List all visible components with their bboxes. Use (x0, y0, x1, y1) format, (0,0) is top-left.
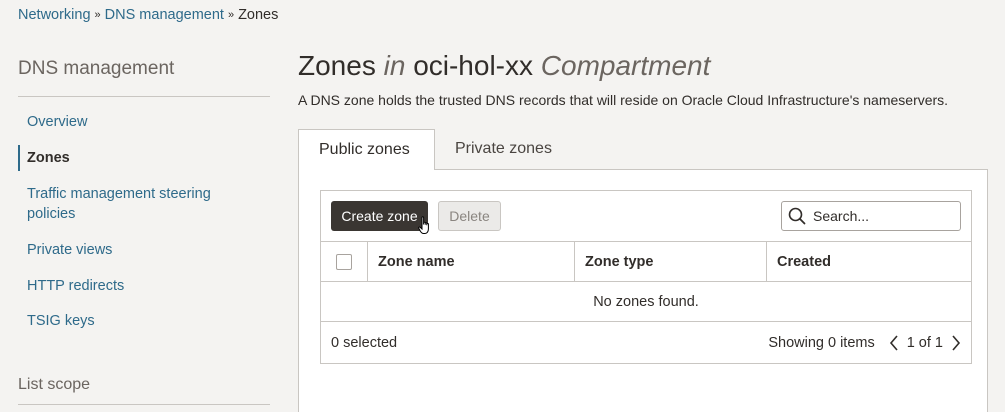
chevron-left-icon[interactable] (889, 334, 899, 351)
breadcrumb-separator: » (227, 9, 235, 21)
column-header-created[interactable]: Created (767, 242, 971, 282)
column-header-zone-name[interactable]: Zone name (368, 242, 575, 282)
zone-tabs: Public zones Private zones (298, 129, 988, 170)
create-zone-button[interactable]: Create zone (331, 201, 428, 231)
search-input[interactable] (813, 208, 953, 224)
sidebar-item-private-views[interactable]: Private views (18, 240, 270, 260)
sidebar-item-traffic-management[interactable]: Traffic management steering policies (18, 184, 270, 224)
tab-public-zones[interactable]: Public zones (298, 129, 435, 170)
main-content: Zones in oci-hol-xx Compartment A DNS zo… (298, 50, 988, 412)
page-indicator: 1 of 1 (906, 334, 943, 351)
breadcrumb-current: Zones (238, 7, 279, 23)
tab-private-zones[interactable]: Private zones (435, 129, 572, 169)
selected-count: 0 selected (331, 334, 398, 351)
select-all-checkbox[interactable] (336, 254, 352, 270)
pagination: 1 of 1 (889, 335, 961, 351)
tab-panel: Create zone Delete Zone name (298, 169, 988, 412)
breadcrumb-separator: » (94, 9, 101, 21)
page-title-main: Zones (298, 50, 376, 81)
search-icon (788, 207, 806, 225)
sidebar-item-overview[interactable]: Overview (18, 112, 270, 132)
search-box[interactable] (781, 201, 961, 231)
showing-count: Showing 0 items (768, 334, 875, 351)
table-header: Zone name Zone type Created (321, 241, 971, 282)
column-header-zone-type[interactable]: Zone type (575, 242, 767, 282)
empty-message: No zones found. (321, 282, 971, 322)
hand-cursor-icon (418, 216, 429, 234)
compartment-label: Compartment (540, 50, 711, 81)
sidebar: DNS management Overview Zones Traffic ma… (18, 58, 270, 331)
table-footer: 0 selected Showing 0 items 1 of 1 (331, 322, 961, 363)
sidebar-item-zones[interactable]: Zones (18, 145, 270, 171)
chevron-right-icon[interactable] (951, 334, 961, 351)
sidebar-item-tsig-keys[interactable]: TSIG keys (18, 311, 270, 331)
breadcrumb-networking[interactable]: Networking (18, 7, 91, 23)
zones-table: Create zone Delete Zone name (320, 190, 972, 364)
sidebar-nav: Overview Zones Traffic management steeri… (18, 112, 270, 331)
compartment-name: oci-hol-xx (413, 50, 533, 81)
breadcrumb: Networking » DNS management » Zones (18, 7, 278, 23)
page-description: A DNS zone holds the trusted DNS records… (298, 92, 949, 108)
select-all-cell (321, 242, 368, 282)
page-title: Zones in oci-hol-xx Compartment (298, 50, 988, 84)
sidebar-title: DNS management (18, 58, 270, 97)
page-title-in: in (383, 50, 406, 81)
table-toolbar: Create zone Delete (331, 201, 961, 234)
list-scope-title: List scope (18, 376, 270, 405)
sidebar-item-http-redirects[interactable]: HTTP redirects (18, 276, 270, 296)
delete-button[interactable]: Delete (438, 201, 501, 231)
breadcrumb-dns-management[interactable]: DNS management (105, 7, 224, 23)
